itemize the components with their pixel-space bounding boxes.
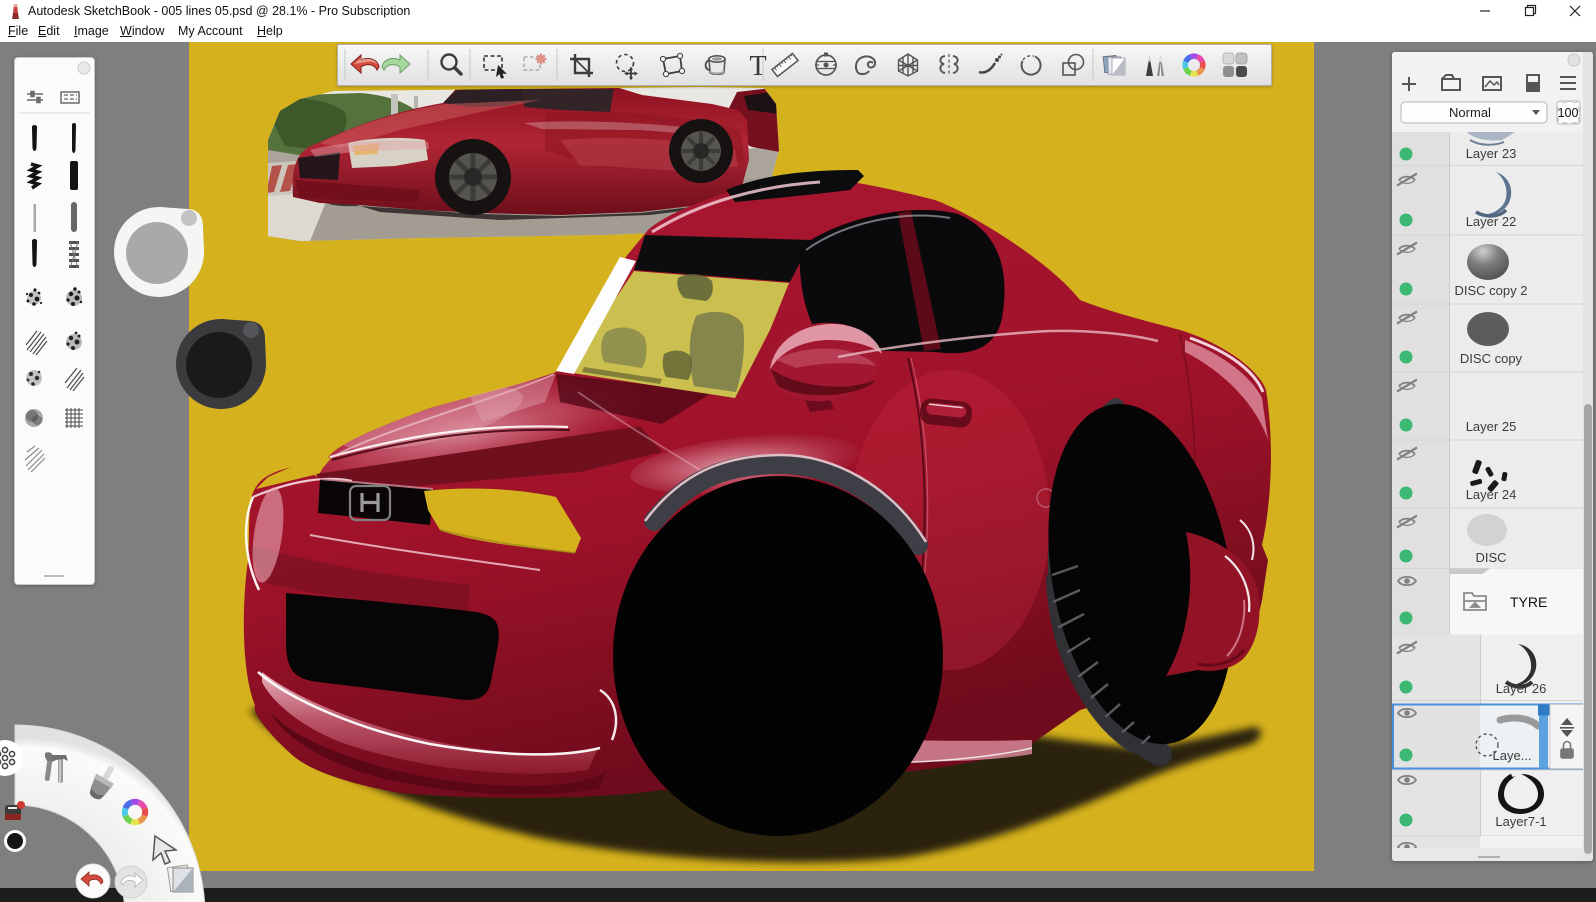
- svg-text:Layer 23: Layer 23: [1466, 146, 1517, 161]
- svg-text:TYRE: TYRE: [1510, 594, 1547, 610]
- svg-text:Layer 24: Layer 24: [1466, 487, 1517, 502]
- svg-text:Laye...: Laye...: [1492, 748, 1531, 763]
- svg-text:Layer 26: Layer 26: [1496, 681, 1547, 696]
- svg-text:DISC copy: DISC copy: [1460, 351, 1523, 366]
- svg-text:Layer 22: Layer 22: [1466, 214, 1517, 229]
- svg-text:DISC copy 2: DISC copy 2: [1455, 283, 1528, 298]
- svg-text:Layer7-1: Layer7-1: [1495, 814, 1546, 829]
- svg-text:Layer 25: Layer 25: [1466, 419, 1517, 434]
- svg-text:100: 100: [1558, 106, 1579, 120]
- svg-text:DISC: DISC: [1475, 550, 1506, 565]
- svg-text:Normal: Normal: [1449, 105, 1491, 120]
- svg-text:T: T: [749, 51, 766, 82]
